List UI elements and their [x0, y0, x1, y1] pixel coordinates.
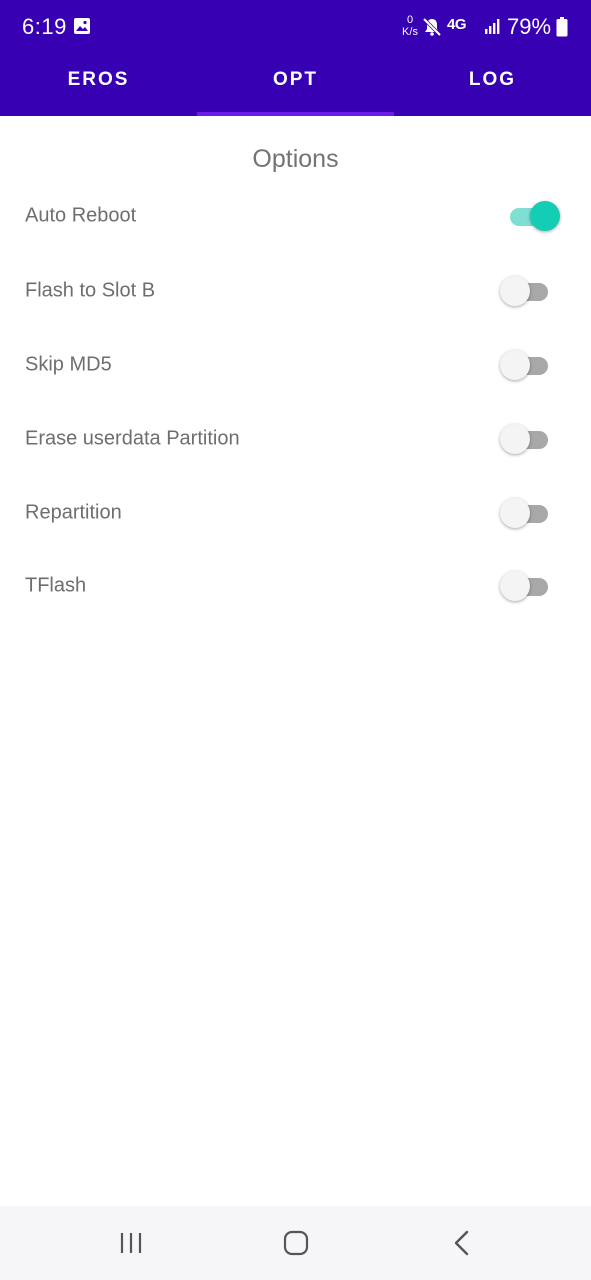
signal-icon — [485, 19, 500, 34]
network-speed: 0 K/s — [399, 14, 421, 38]
option-label: Repartition — [25, 501, 122, 524]
option-row-erase-userdata[interactable]: Erase userdata Partition — [0, 402, 591, 476]
recents-icon[interactable] — [116, 1228, 146, 1258]
option-label: Auto Reboot — [25, 204, 137, 227]
skip-md5-switch[interactable] — [498, 348, 558, 382]
switch-thumb — [530, 201, 560, 231]
flash-slot-b-switch[interactable] — [498, 274, 558, 308]
gallery-icon — [74, 18, 90, 34]
network-speed-value: 0 — [406, 14, 414, 26]
home-icon[interactable] — [281, 1228, 311, 1258]
option-row-skip-md5[interactable]: Skip MD5 — [0, 328, 591, 402]
tflash-switch[interactable] — [498, 569, 558, 603]
option-row-flash-slot-b[interactable]: Flash to Slot B — [0, 254, 591, 328]
options-panel: Options Auto Reboot Flash to Slot B Skip… — [0, 116, 591, 1206]
mute-icon — [422, 17, 442, 37]
option-label: Skip MD5 — [25, 353, 112, 376]
status-time: 6:19 — [22, 14, 67, 39]
tab-log[interactable]: LOG — [394, 56, 591, 104]
app-screen: 6:19 0 K/s 4G 79% EROS OPT LOG Options A… — [0, 0, 591, 1280]
option-row-tflash[interactable]: TFlash — [0, 549, 591, 623]
switch-thumb — [500, 350, 530, 380]
option-row-repartition[interactable]: Repartition — [0, 476, 591, 550]
switch-thumb — [500, 571, 530, 601]
option-label: Flash to Slot B — [25, 279, 156, 302]
repartition-switch[interactable] — [498, 496, 558, 530]
switch-thumb — [500, 498, 530, 528]
switch-thumb — [500, 276, 530, 306]
option-row-auto-reboot[interactable]: Auto Reboot — [0, 179, 591, 253]
back-icon[interactable] — [447, 1228, 477, 1258]
tab-opt[interactable]: OPT — [197, 56, 394, 104]
network-type: 4G — [447, 16, 467, 33]
option-label: Erase userdata Partition — [25, 427, 240, 450]
page-title: Options — [252, 145, 339, 173]
app-header: 6:19 0 K/s 4G 79% EROS OPT LOG — [0, 0, 591, 116]
status-bar: 6:19 0 K/s 4G 79% — [0, 0, 591, 56]
erase-userdata-switch[interactable] — [498, 422, 558, 456]
system-nav-bar — [0, 1206, 591, 1280]
network-speed-unit: K/s — [402, 26, 418, 38]
tab-bar: EROS OPT LOG — [0, 56, 591, 116]
option-label: TFlash — [25, 574, 87, 597]
battery-icon — [556, 17, 568, 37]
tab-eros[interactable]: EROS — [0, 56, 197, 104]
battery-percent: 79% — [507, 14, 552, 39]
auto-reboot-switch[interactable] — [498, 199, 560, 233]
switch-thumb — [500, 424, 530, 454]
